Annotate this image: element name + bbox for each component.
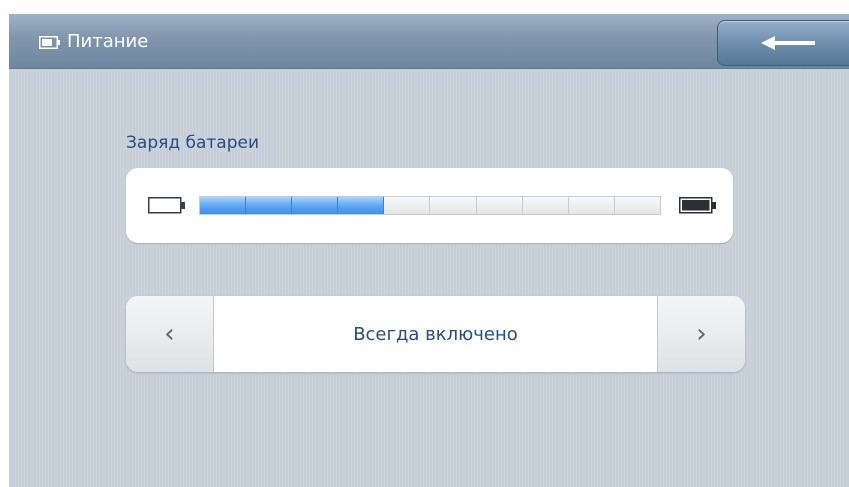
battery-segment-empty xyxy=(430,197,477,214)
chevron-left-icon: ‹ xyxy=(164,319,175,349)
battery-level-bar xyxy=(199,196,661,215)
battery-segment-filled xyxy=(200,197,247,214)
battery-empty-icon xyxy=(148,197,185,214)
chevron-right-icon: › xyxy=(696,319,707,349)
battery-segment-filled xyxy=(292,197,339,214)
battery-segment-filled xyxy=(246,197,293,214)
battery-icon xyxy=(39,36,60,49)
battery-segment-empty xyxy=(522,197,569,214)
mode-selector: ‹ Всегда включено › xyxy=(126,296,745,372)
battery-full-icon xyxy=(679,197,716,214)
battery-segment-empty xyxy=(614,197,660,214)
back-arrow-icon xyxy=(761,36,815,50)
battery-panel xyxy=(126,168,733,243)
mode-value: Всегда включено xyxy=(353,323,518,345)
page-title: Питание xyxy=(67,31,149,52)
battery-segment-empty xyxy=(568,197,615,214)
battery-charge-label: Заряд батареи xyxy=(126,133,260,153)
power-screen: Питание Заряд батареи ‹ Всегда включено … xyxy=(9,14,849,487)
previous-option-button[interactable]: ‹ xyxy=(126,296,214,372)
battery-segment-empty xyxy=(384,197,431,214)
next-option-button[interactable]: › xyxy=(657,296,745,372)
battery-segment-empty xyxy=(476,197,523,214)
back-button[interactable] xyxy=(717,20,849,66)
title-bar: Питание xyxy=(9,14,849,69)
battery-segment-filled xyxy=(338,197,385,214)
